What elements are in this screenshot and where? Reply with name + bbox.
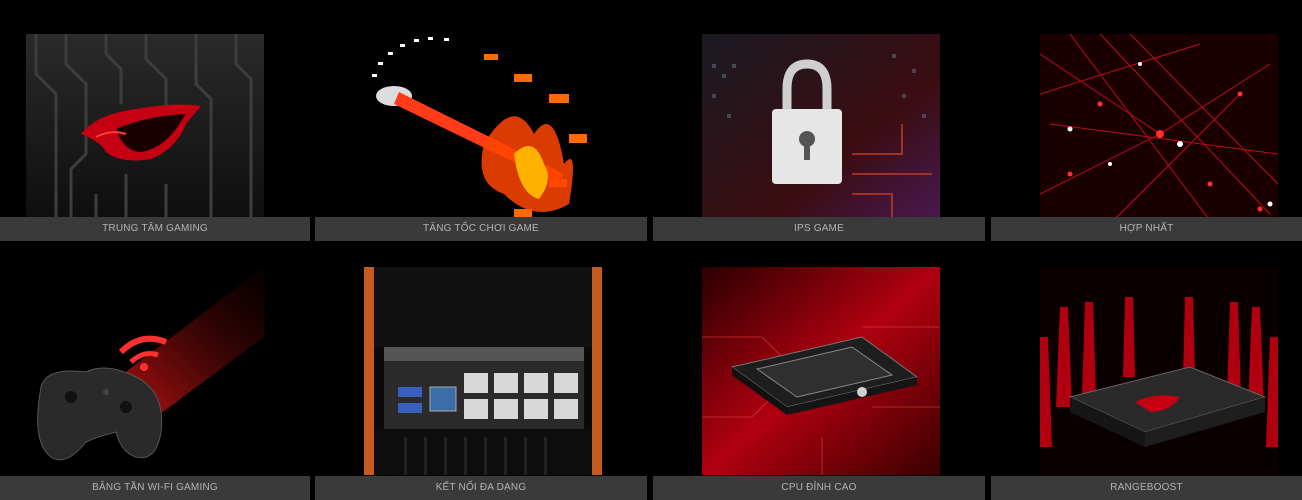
feature-caption: TĂNG TỐC CHƠI GAME	[315, 217, 647, 241]
rog-logo-icon	[26, 34, 264, 234]
feature-caption: CPU ĐỈNH CAO	[653, 476, 985, 500]
feature-tile-game-ips[interactable]: IPS GAME	[653, 0, 985, 241]
network-mesh-icon	[1040, 34, 1278, 234]
feature-tile-cpu[interactable]: CPU ĐỈNH CAO	[653, 259, 985, 500]
feature-caption: TRUNG TÂM GAMING	[0, 217, 310, 241]
feature-caption: BĂNG TẦN WI-FI GAMING	[0, 476, 310, 500]
speedometer-fire-icon	[364, 34, 602, 234]
feature-tile-game-accelerator[interactable]: TĂNG TỐC CHƠI GAME	[315, 0, 647, 241]
router-ports-icon	[364, 267, 602, 475]
cpu-chip-icon	[702, 267, 940, 475]
feature-tile-rangeboost[interactable]: RANGEBOOST	[991, 259, 1302, 500]
feature-tile-aimesh[interactable]: HỢP NHẤT	[991, 0, 1302, 241]
feature-caption: KẾT NỐI ĐA DẠNG	[315, 476, 647, 500]
gamepad-wifi-icon	[26, 267, 264, 475]
feature-grid: TRUNG TÂM GAMING TĂNG TỐC CHƠI GAME IPS …	[0, 0, 1302, 500]
feature-tile-gaming-center[interactable]: TRUNG TÂM GAMING	[0, 0, 310, 241]
feature-caption: RANGEBOOST	[991, 476, 1302, 500]
router-antennas-icon	[1040, 267, 1278, 475]
feature-tile-connectivity[interactable]: KẾT NỐI ĐA DẠNG	[315, 259, 647, 500]
padlock-icon	[702, 34, 940, 234]
feature-caption: IPS GAME	[653, 217, 985, 241]
feature-caption: HỢP NHẤT	[991, 217, 1302, 241]
feature-tile-wifi-gaming-band[interactable]: BĂNG TẦN WI-FI GAMING	[0, 259, 310, 500]
